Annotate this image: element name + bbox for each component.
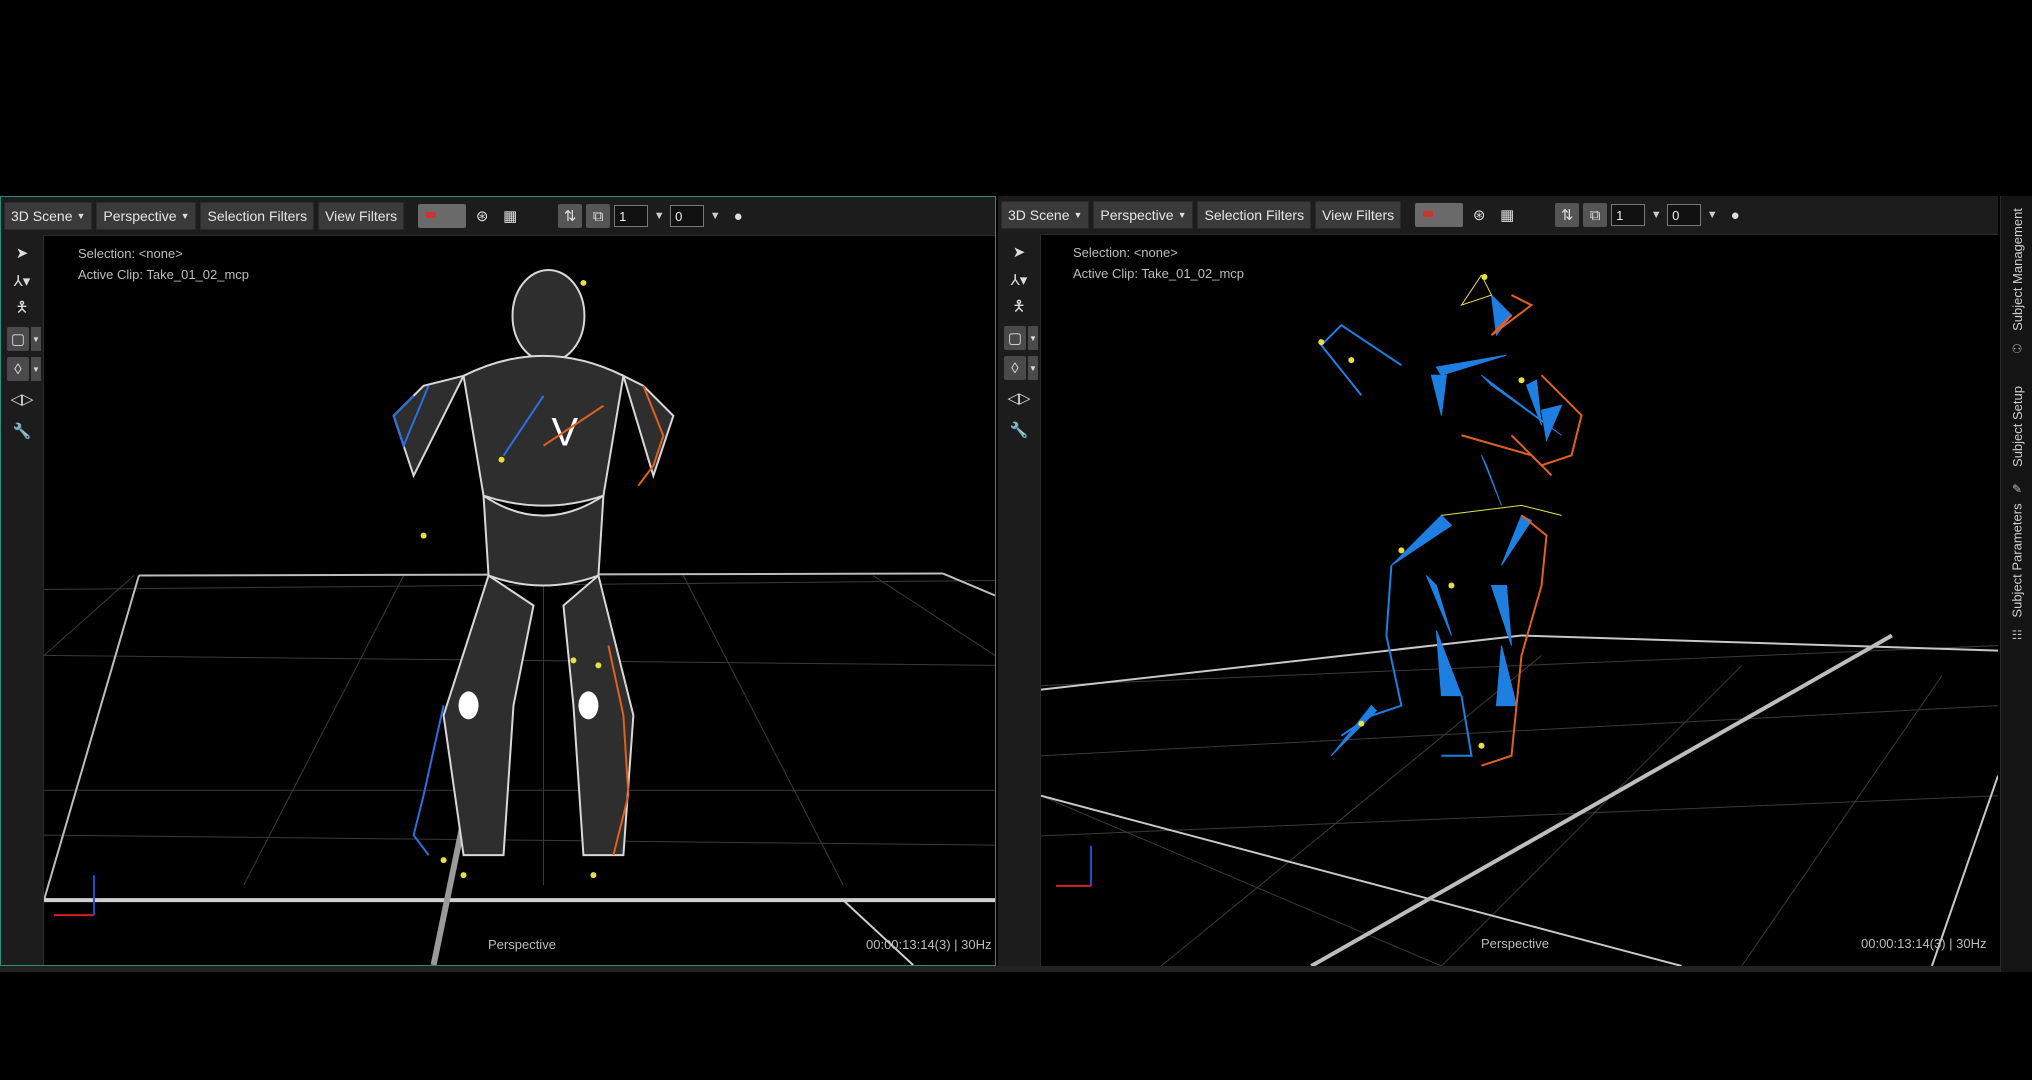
svg-text:V: V <box>551 411 578 455</box>
sort-icon[interactable]: ⇅ <box>558 204 583 228</box>
scene-dropdown[interactable]: 3D Scene ▼ <box>4 202 93 230</box>
tab-subject-setup[interactable]: Subject Setup <box>2001 376 2032 476</box>
view-filters-button[interactable]: View Filters <box>1315 201 1402 229</box>
view-filters-button[interactable]: View Filters <box>318 202 405 230</box>
right-scene-graphics <box>1041 274 1998 966</box>
scene-dropdown[interactable]: 3D Scene ▼ <box>1001 201 1090 229</box>
selection-filters-button[interactable]: Selection Filters <box>1197 201 1312 229</box>
subject-setup-icon: ✎ <box>2011 482 2023 496</box>
caret-icon: ▼ <box>76 211 86 221</box>
selection-readout: Selection: <none> <box>78 246 183 261</box>
letterbox-bottom <box>0 972 2032 1080</box>
subject-management-icon: ⚇ <box>2011 342 2023 356</box>
orbit-icon[interactable]: ⊛ <box>470 204 494 228</box>
letterbox-top <box>0 0 2032 196</box>
record-toggle[interactable] <box>1415 203 1464 227</box>
figure-icon[interactable]: 🯅 <box>7 297 37 321</box>
active-clip-readout: Active Clip: Take_01_02_mcp <box>78 267 250 282</box>
camera-label: Perspective <box>488 937 556 952</box>
view-dropdown[interactable]: Perspective ▼ <box>1093 201 1194 229</box>
copy-icon[interactable]: ⧉ <box>586 204 611 228</box>
view-dropdown[interactable]: Perspective ▼ <box>96 202 197 230</box>
record-toggle[interactable] <box>418 204 467 228</box>
field-a-dropdown-icon[interactable]: ▼ <box>1649 209 1663 221</box>
field-a[interactable]: 1 <box>1611 204 1646 226</box>
field-b-dropdown-icon[interactable]: ▼ <box>708 210 722 222</box>
timecode: 00:00:13:14(3) | 30Hz <box>866 937 992 952</box>
arrow-cursor-icon[interactable]: ➤ <box>7 241 37 265</box>
left-toolbar: 3D Scene ▼ Perspective ▼ Selection Filters… <box>1 197 995 236</box>
orbit-icon[interactable]: ⊛ <box>1467 203 1491 227</box>
step-icon[interactable]: ◁▷ <box>7 387 37 411</box>
wrench-icon[interactable]: 🔧 <box>1004 418 1034 442</box>
right-side-tools: ➤ ⅄▾ 🯅 ▢ ▼ ◊ ▼ ◁▷ 🔧 <box>998 234 1041 966</box>
figure-icon[interactable]: 🯅 <box>1004 296 1034 320</box>
left-scene-graphics: V <box>44 268 995 965</box>
box-camera-icon[interactable]: ▢ ▼ <box>1004 326 1038 350</box>
left-side-tools: ➤ ⅄▾ 🯅 ▢ ▼ ◊ ▼ ◁▷ 🔧 <box>1 235 44 965</box>
pin-icon[interactable]: ● <box>726 204 750 228</box>
axis-gizmo-icon[interactable]: ⅄▾ <box>7 269 37 293</box>
pin-icon[interactable]: ● <box>1723 203 1747 227</box>
left-viewport[interactable]: 3D Scene ▼ Perspective ▼ Selection Filters… <box>0 196 996 966</box>
copy-icon[interactable]: ⧉ <box>1583 203 1608 227</box>
field-b[interactable]: 0 <box>670 205 705 227</box>
arrow-cursor-icon[interactable]: ➤ <box>1004 240 1034 264</box>
camera-label: Perspective <box>1481 936 1549 951</box>
step-icon[interactable]: ◁▷ <box>1004 386 1034 410</box>
tab-subject-management[interactable]: Subject Management <box>2001 204 2032 334</box>
marker-icon[interactable]: ◊ ▼ <box>1004 356 1038 380</box>
field-b-dropdown-icon[interactable]: ▼ <box>1705 209 1719 221</box>
field-b[interactable]: 0 <box>1667 204 1702 226</box>
marker-icon[interactable]: ◊ ▼ <box>7 357 41 381</box>
right-viewport[interactable]: 3D Scene ▼ Perspective ▼ Selection Filters… <box>998 196 1998 966</box>
field-a-dropdown-icon[interactable]: ▼ <box>652 210 666 222</box>
right-toolbar: 3D Scene ▼ Perspective ▼ Selection Filters… <box>998 196 1998 235</box>
right-3d-scene[interactable]: Selection: <none> Active Clip: Take_01_0… <box>1041 235 1998 966</box>
selection-readout: Selection: <none> <box>1073 245 1178 260</box>
left-3d-scene[interactable]: V Selection: <none> Active Clip: Take_01… <box>44 236 995 965</box>
subject-parameters-icon: ☷ <box>2011 628 2023 642</box>
caret-icon: ▼ <box>180 211 190 221</box>
wrench-icon[interactable]: 🔧 <box>7 419 37 443</box>
app-window: 3D Scene ▼ Perspective ▼ Selection Filters… <box>0 196 2032 972</box>
field-a[interactable]: 1 <box>614 205 649 227</box>
tab-subject-parameters[interactable]: Subject Parameters <box>2001 500 2032 620</box>
side-panel-tabs: Subject Management ⚇ Subject Setup ✎ Sub… <box>2000 196 2032 972</box>
grid-icon[interactable]: ▦ <box>1495 203 1519 227</box>
timecode: 00:00:13:14(3) | 30Hz <box>1861 936 1987 951</box>
caret-icon: ▼ <box>1177 210 1187 220</box>
caret-icon: ▼ <box>1073 210 1083 220</box>
active-clip-readout: Active Clip: Take_01_02_mcp <box>1073 266 1245 281</box>
box-camera-icon[interactable]: ▢ ▼ <box>7 327 41 351</box>
axis-gizmo-icon[interactable]: ⅄▾ <box>1004 268 1034 292</box>
sort-icon[interactable]: ⇅ <box>1555 203 1580 227</box>
grid-icon[interactable]: ▦ <box>498 204 522 228</box>
selection-filters-button[interactable]: Selection Filters <box>200 202 315 230</box>
